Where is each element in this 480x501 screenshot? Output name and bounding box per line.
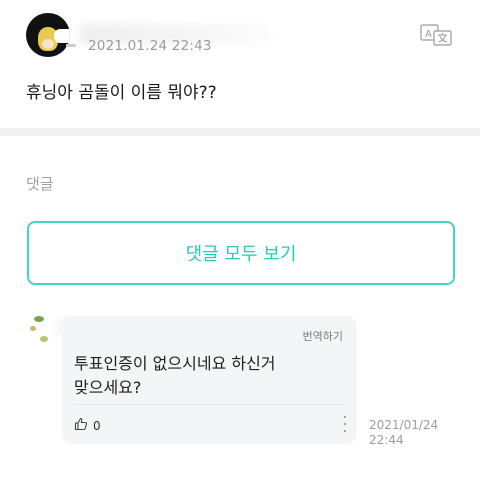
more-vertical-icon[interactable]	[341, 416, 349, 432]
thumbs-up-icon	[74, 417, 88, 434]
like-button[interactable]: 0	[74, 417, 101, 434]
post-text: 휴닝아 곰돌이 이름 뭐야??	[26, 83, 217, 103]
comment-translate-button[interactable]: 번역하기	[303, 328, 343, 344]
comment-text-line-1: 투표인증이 없으시네요 하신거	[74, 354, 276, 373]
comment-timestamp: 2021/01/24 22:44	[369, 418, 438, 448]
like-count: 0	[93, 418, 101, 433]
avatar-badge	[66, 44, 76, 47]
post-card: 2021.01.24 22:43 A 휴닝아 곰돌이 이름 뭐야??	[0, 0, 480, 128]
section-divider	[0, 128, 480, 136]
comments-section-title: 댓글	[26, 175, 54, 193]
comment-text: 투표인증이 없으시네요 하신거 맞으세요?	[74, 352, 334, 400]
post-author-avatar[interactable]	[26, 13, 70, 57]
view-all-comments-button[interactable]: 댓글 모두 보기	[27, 221, 455, 285]
comment-divider	[74, 404, 345, 405]
svg-text:A: A	[425, 29, 432, 40]
comment-bubble: 번역하기 투표인증이 없으시네요 하신거 맞으세요? 0	[62, 316, 357, 444]
translate-icon[interactable]: A	[420, 24, 454, 46]
comment-date: 2021/01/24	[369, 418, 439, 432]
comment-author-avatar[interactable]	[28, 312, 50, 352]
comment-clock: 22:44	[369, 433, 404, 447]
comment-text-line-2: 맞으세요?	[74, 378, 142, 397]
post-date: 2021.01.24 22:43	[88, 38, 212, 54]
